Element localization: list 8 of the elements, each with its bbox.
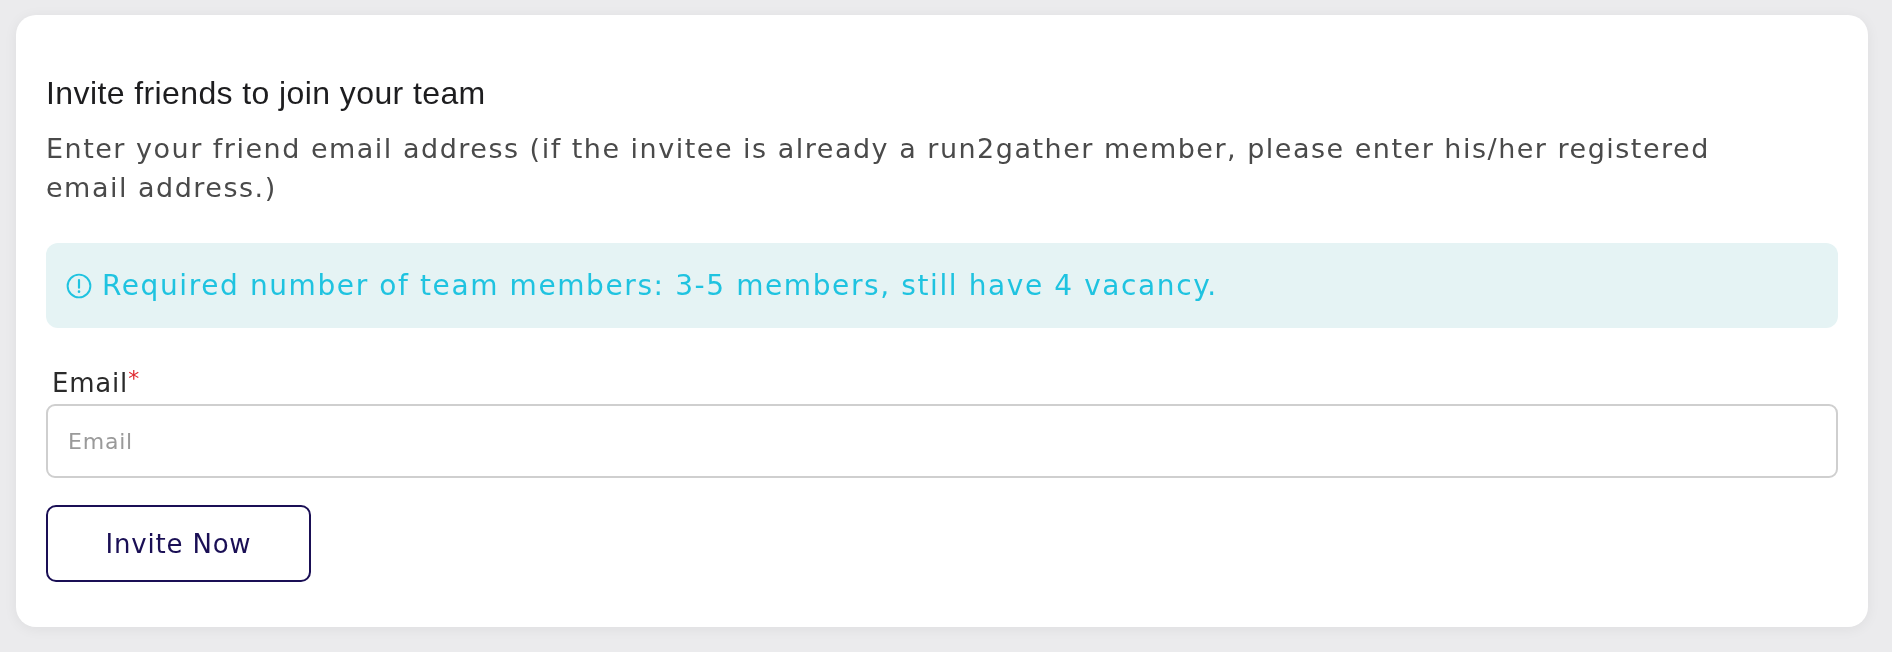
field-label: Email [52,368,129,398]
card-description: Enter your friend email address (if the invitee is already a run2gather member, please enter his/her registered email address.) [46,132,1711,205]
exclamation-circle-icon [66,272,92,299]
required-mark: * [128,368,140,390]
alert-message: Required number of team members: 3-5 members, still have 4 vacancy. [102,269,1218,302]
card-title: Invite friends to join your team [46,74,487,113]
invite-button[interactable]: Invite Now [46,505,311,582]
email-input-field[interactable]: Email [46,404,1838,478]
